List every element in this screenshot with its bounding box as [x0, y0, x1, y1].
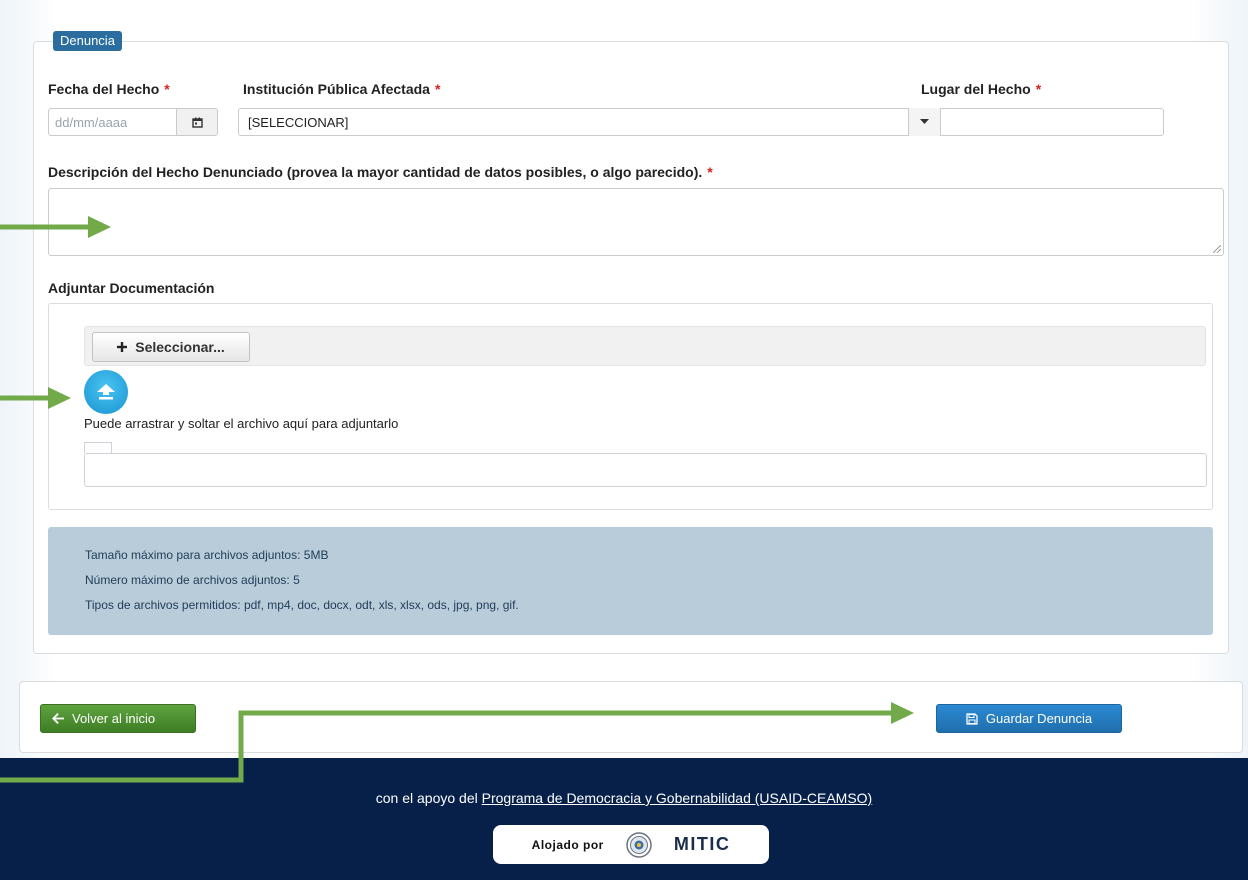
lugar-label: Lugar del Hecho *	[921, 81, 1042, 97]
select-dropdown-button[interactable]	[908, 108, 940, 136]
arrow-left-icon	[52, 713, 64, 724]
descripcion-textarea[interactable]	[48, 188, 1224, 256]
back-home-button[interactable]: Volver al inicio	[40, 704, 196, 733]
required-marker: *	[1035, 81, 1042, 97]
calendar-icon	[191, 117, 203, 128]
lugar-input[interactable]	[940, 108, 1164, 136]
descripcion-label: Descripción del Hecho Denunciado (provea…	[48, 164, 713, 180]
allowed-types-info: Tipos de archivos permitidos: pdf, mp4, …	[85, 598, 519, 612]
floppy-disk-icon	[966, 712, 978, 725]
hosted-label: Alojado por	[531, 837, 604, 852]
drop-zone-tab	[84, 442, 112, 453]
support-prefix: con el apoyo del	[375, 790, 478, 806]
select-files-button[interactable]: Seleccionar...	[92, 332, 250, 362]
drop-zone[interactable]	[84, 453, 1207, 487]
back-home-label: Volver al inicio	[72, 711, 156, 726]
upload-icon[interactable]	[84, 370, 128, 414]
chevron-down-icon	[920, 119, 929, 124]
support-credit: con el apoyo del Programa de Democracia …	[0, 790, 1248, 806]
institucion-select[interactable]: [SELECCIONAR]	[238, 108, 940, 136]
institucion-label: Institución Pública Afectada *	[243, 81, 441, 97]
fecha-label: Fecha del Hecho *	[48, 81, 170, 97]
government-seal-icon	[626, 831, 652, 858]
plus-icon	[117, 342, 128, 352]
hosted-by-badge[interactable]: Alojado por MITIC	[493, 825, 769, 864]
support-program-link[interactable]: Programa de Democracia y Gobernabilidad …	[482, 790, 873, 806]
attachments-heading: Adjuntar Documentación	[48, 280, 215, 296]
calendar-button[interactable]	[176, 108, 218, 136]
save-denuncia-label: Guardar Denuncia	[985, 711, 1093, 726]
resize-grip-icon[interactable]	[1213, 245, 1221, 253]
select-files-label: Seleccionar...	[135, 339, 225, 355]
required-marker: *	[434, 81, 441, 97]
max-files-info: Número máximo de archivos adjuntos: 5	[85, 573, 300, 587]
section-legend: Denuncia	[53, 31, 122, 51]
arrow-up-icon	[97, 384, 115, 400]
fecha-input[interactable]: dd/mm/aaaa	[48, 108, 177, 136]
drop-hint: Puede arrastrar y soltar el archivo aquí…	[84, 416, 399, 431]
max-size-info: Tamaño máximo para archivos adjuntos: 5M…	[85, 548, 329, 562]
save-denuncia-button[interactable]: Guardar Denuncia	[936, 704, 1122, 733]
file-toolbar	[84, 326, 1206, 366]
hosted-brand: MITIC	[673, 834, 731, 854]
required-marker: *	[164, 81, 170, 97]
required-marker: *	[707, 164, 713, 180]
